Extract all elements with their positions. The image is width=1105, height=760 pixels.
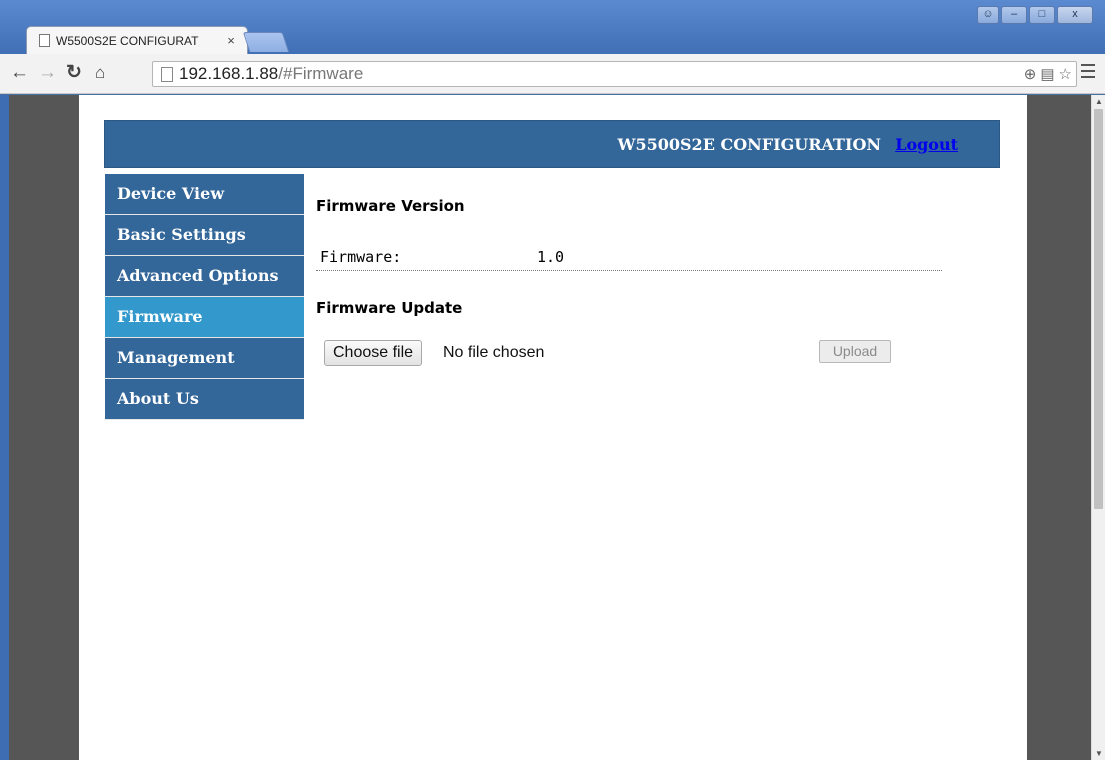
reload-icon[interactable]: ↻	[66, 62, 82, 84]
scrollbar-thumb[interactable]	[1094, 109, 1103, 509]
bookmark-star-icon[interactable]: ☆	[1059, 65, 1072, 83]
menu-icon[interactable]	[1081, 64, 1095, 82]
sidebar-item-basic-settings[interactable]: Basic Settings	[105, 215, 304, 256]
browser-toolbar: ← → ↻ ⌂ 192.168.1.88 /#Firmware ⊕ ▤ ☆	[0, 54, 1105, 94]
home-icon[interactable]: ⌂	[95, 62, 105, 84]
sidebar-item-device-view[interactable]: Device View	[105, 174, 304, 215]
upload-button[interactable]: Upload	[819, 340, 891, 363]
back-icon[interactable]: ←	[10, 62, 29, 84]
firmware-value: 1.0	[537, 248, 565, 266]
file-status: No file chosen	[443, 344, 545, 361]
translate-icon[interactable]: ▤	[1040, 65, 1054, 83]
sidebar-nav: Device View Basic Settings Advanced Opti…	[105, 174, 304, 420]
page-viewport: ▲ ▼ W5500S2E CONFIGURATION Logout Device…	[0, 95, 1105, 760]
firmware-version-heading: Firmware Version	[316, 197, 465, 215]
browser-tab[interactable]: W5500S2E CONFIGURAT ×	[26, 26, 248, 54]
sidebar-item-management[interactable]: Management	[105, 338, 304, 379]
close-window-icon[interactable]: x	[1057, 6, 1093, 24]
tab-close-icon[interactable]: ×	[221, 33, 241, 48]
vertical-scrollbar[interactable]: ▲ ▼	[1091, 95, 1105, 760]
scroll-up-icon[interactable]: ▲	[1095, 97, 1103, 106]
url-path: /#Firmware	[278, 64, 364, 83]
logout-link[interactable]: Logout	[895, 135, 958, 154]
firmware-version-row: Firmware: 1.0	[316, 238, 942, 271]
tab-title: W5500S2E CONFIGURAT	[56, 33, 199, 48]
sidebar-item-advanced-options[interactable]: Advanced Options	[105, 256, 304, 297]
page-icon	[161, 66, 173, 82]
page-gutter-left	[9, 95, 79, 760]
address-bar[interactable]: 192.168.1.88 /#Firmware ⊕ ▤ ☆	[152, 61, 1077, 87]
window-titlebar: W5500S2E CONFIGURAT × ☺ – □ x	[0, 0, 1105, 58]
firmware-label: Firmware:	[320, 248, 402, 266]
maximize-icon[interactable]: □	[1029, 6, 1055, 24]
window-controls: ☺ – □ x	[977, 6, 1093, 24]
window-border	[0, 95, 9, 760]
page-title: W5500S2E CONFIGURATION	[617, 135, 882, 154]
zoom-icon[interactable]: ⊕	[1024, 65, 1037, 83]
new-tab-button[interactable]	[242, 32, 290, 52]
user-icon[interactable]: ☺	[977, 6, 999, 24]
url-host: 192.168.1.88	[179, 64, 279, 83]
sidebar-item-firmware[interactable]: Firmware	[105, 297, 304, 338]
sidebar-item-about-us[interactable]: About Us	[105, 379, 304, 420]
choose-file-button[interactable]: Choose file	[324, 340, 423, 366]
page-gutter-right	[1027, 95, 1091, 760]
minimize-icon[interactable]: –	[1001, 6, 1027, 24]
firmware-update-heading: Firmware Update	[316, 299, 463, 317]
page-icon	[39, 34, 50, 47]
page-header: W5500S2E CONFIGURATION Logout	[104, 120, 1000, 168]
scroll-down-icon[interactable]: ▼	[1095, 749, 1103, 758]
forward-icon[interactable]: →	[38, 62, 57, 84]
